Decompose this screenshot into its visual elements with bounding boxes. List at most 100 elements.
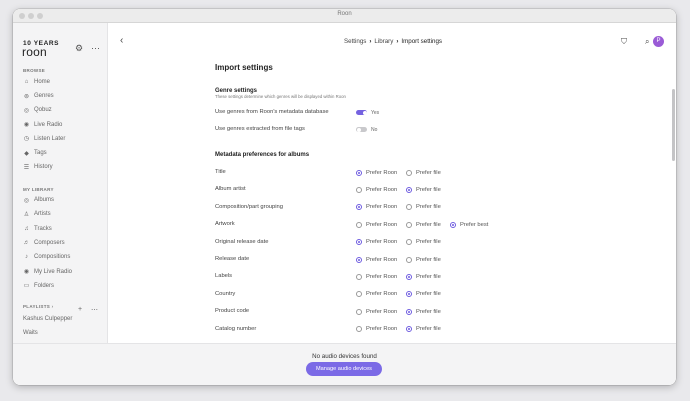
genre-toggle[interactable] [356,127,367,132]
settings-gear-icon[interactable]: ⚙ [75,43,83,54]
radio-release-date-prefer-file[interactable]: Prefer file [406,256,441,264]
metadata-row-label-country: Country [215,290,236,297]
sidebar-item-listen-later[interactable]: ◷ Listen Later [23,133,65,145]
radio-label: Prefer file [416,256,441,263]
radio-circle [406,273,412,280]
home-icon: ⌂ [24,79,29,85]
radio-title-prefer-roon[interactable]: Prefer Roon [356,169,397,177]
radio-label: Prefer file [416,308,441,315]
settings-content: Import settings Genre settings These set… [108,61,676,353]
radio-label: Prefer file [416,204,441,211]
sidebar-item-label: Tags [34,150,47,156]
sidebar-item-label: Composers [34,239,65,246]
radio-circle [406,204,412,211]
radio-circle [356,291,362,298]
radio-catalog-number-prefer-file[interactable]: Prefer file [406,325,441,333]
sidebar-item-history[interactable]: ☰ History [23,161,53,173]
sidebar-item-label: Albums [34,197,55,203]
chevron-right-icon: › [51,304,54,309]
radio-circle [356,256,362,263]
my-live-radio-icon: ◉ [23,269,30,275]
radio-circle [406,291,412,298]
sidebar-item-folders[interactable]: ▭ Folders [23,280,54,292]
sidebar-item-label: Home [34,79,51,85]
radio-original-release-date-prefer-roon[interactable]: Prefer Roon [356,238,397,246]
tracks-icon: ♫ [24,225,29,232]
radio-label: Prefer file [416,239,441,246]
sidebar-item-artists[interactable]: ♙ Artists [23,208,51,220]
radio-labels-prefer-file[interactable]: Prefer file [406,273,441,281]
sidebar-item-albums[interactable]: ◎ Albums [23,194,54,206]
history-icon: ☰ [23,164,30,171]
sidebar-item-label: Qobuz [34,107,52,114]
breadcrumb-import-settings: Import settings [401,38,442,45]
radio-title-prefer-file[interactable]: Prefer file [406,169,441,177]
back-arrow-icon[interactable]: ‹ [120,35,123,46]
radio-label: Prefer Roon [366,291,398,298]
no-audio-devices-text: No audio devices found [312,353,377,360]
radio-label: Prefer Roon [366,326,398,333]
radio-country-prefer-file[interactable]: Prefer file [406,290,441,298]
sidebar-item-my-live-radio[interactable]: ◉ My Live Radio [23,266,72,278]
radio-original-release-date-prefer-file[interactable]: Prefer file [406,238,441,246]
radio-product-code-prefer-roon[interactable]: Prefer Roon [356,308,397,316]
genre-toggle[interactable] [356,110,367,115]
sidebar-item-qobuz[interactable]: ◎ Qobuz [23,104,52,116]
sidebar-item-genres[interactable]: ⊚ Genres [23,90,54,102]
sidebar-item-tags[interactable]: ◆ Tags [23,147,47,159]
radio-composition-part-grouping-prefer-file[interactable]: Prefer file [406,203,441,211]
radio-circle [406,326,412,333]
roon-logo: roon [22,45,47,59]
genre-setting-label: Use genres extracted from file tags [215,126,305,132]
search-icon[interactable]: ⌕ [645,37,649,47]
radio-circle [356,204,362,211]
sidebar-item-label: Listen Later [34,135,66,142]
sidebar-item-label: Tracks [34,225,52,232]
bookmark-icon[interactable]: ⛉ [621,37,627,47]
metadata-preferences-title: Metadata preferences for albums [215,152,310,158]
radio-artwork-prefer-best[interactable]: Prefer best [450,221,488,229]
scrollbar[interactable] [672,89,675,161]
sidebar-item-label: Folders [34,282,55,289]
radio-label: Prefer file [416,326,441,333]
avatar[interactable]: P [653,36,664,47]
radio-country-prefer-roon[interactable]: Prefer Roon [356,290,397,298]
sidebar-item-compositions[interactable]: ♪ Compositions [23,251,70,263]
add-playlist-icon[interactable]: + [78,306,82,313]
sidebar-item-label: History [34,164,53,171]
radio-release-date-prefer-roon[interactable]: Prefer Roon [356,256,397,264]
albums-icon: ◎ [23,197,30,204]
breadcrumb-separator-icon: › [369,38,372,45]
radio-product-code-prefer-file[interactable]: Prefer file [406,308,441,316]
radio-album-artist-prefer-file[interactable]: Prefer file [406,186,441,194]
sidebar-item-composers[interactable]: ♬ Composers [23,237,65,249]
radio-artwork-prefer-file[interactable]: Prefer file [406,221,441,229]
radio-artwork-prefer-roon[interactable]: Prefer Roon [356,221,397,229]
more-options-icon[interactable]: ⋯ [91,43,100,54]
radio-labels-prefer-roon[interactable]: Prefer Roon [356,273,397,281]
my-library-header: MY LIBRARY [23,187,54,192]
radio-catalog-number-prefer-roon[interactable]: Prefer Roon [356,325,397,333]
breadcrumb-settings[interactable]: Settings [344,38,366,45]
sidebar-item-home[interactable]: ⌂ Home [23,76,50,88]
radio-circle [356,308,362,315]
playlist-item-waits[interactable]: Waits [23,327,38,339]
playlist-more-icon[interactable]: ⋯ [91,306,98,314]
radio-circle [356,273,362,280]
metadata-row-label-title: Title [215,169,226,175]
playlist-item-kashus-culpepper[interactable]: Kashus Culpepper [23,313,72,325]
metadata-row-label-composition-part-grouping: Composition/part grouping [215,203,283,210]
radio-circle [406,169,412,176]
radio-circle [406,308,412,315]
radio-circle [406,239,412,246]
genres-icon: ⊚ [23,93,30,100]
manage-audio-devices-button[interactable]: Manage audio devices [306,362,382,376]
sidebar-item-live-radio[interactable]: ◉ Live Radio [23,119,62,131]
sidebar-item-tracks[interactable]: ♫ Tracks [23,223,52,235]
radio-composition-part-grouping-prefer-roon[interactable]: Prefer Roon [356,203,397,211]
metadata-row-label-catalog-number: Catalog number [215,325,257,332]
radio-album-artist-prefer-roon[interactable]: Prefer Roon [356,186,397,194]
folder-icon: ▭ [23,283,30,290]
breadcrumb-library[interactable]: Library [374,38,393,45]
radio-circle [356,326,362,333]
